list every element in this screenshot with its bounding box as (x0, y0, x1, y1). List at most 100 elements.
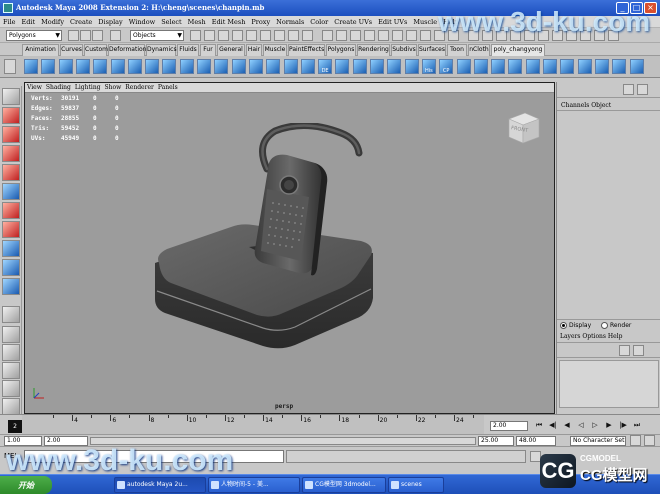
shelf-tab-deformation[interactable]: Deformation (108, 44, 146, 56)
menu-edit-mesh[interactable]: Edit Mesh (209, 16, 249, 26)
shelf-tool-icon[interactable] (75, 59, 90, 74)
menu-window[interactable]: Window (126, 16, 158, 26)
menu-create[interactable]: Create (67, 16, 95, 26)
layout-icon[interactable] (2, 326, 20, 343)
start-button[interactable]: 开始 (0, 476, 52, 494)
status-tool-icon[interactable] (336, 30, 347, 41)
shelf-tab-curves[interactable]: Curves (60, 44, 83, 56)
step-back-icon[interactable]: ◀ (562, 421, 572, 431)
time-ruler[interactable]: 4 6 8 10 12 14 16 18 20 22 24 (22, 415, 484, 435)
shelf-tab-general[interactable]: General (217, 44, 245, 56)
shelf-tool-icon[interactable] (335, 59, 350, 74)
shelf-tool-icon[interactable] (352, 59, 367, 74)
status-tool-icon[interactable] (288, 30, 299, 41)
shelf-tool-icon[interactable] (127, 59, 142, 74)
transform-tool-icon[interactable] (2, 221, 20, 238)
status-tool-icon[interactable] (392, 30, 403, 41)
transform-tool-icon[interactable] (2, 278, 20, 295)
status-tool-icon[interactable] (246, 30, 257, 41)
select-tool-icon[interactable] (2, 88, 20, 105)
perspective-viewport[interactable]: View Shading Lighting Show Renderer Panels Ve… (24, 82, 555, 414)
transform-tool-icon[interactable] (2, 202, 20, 219)
menu-color[interactable]: Color (307, 16, 331, 26)
select-hierarchy-icon[interactable] (110, 30, 121, 41)
shelf-tool-icon[interactable] (300, 59, 315, 74)
shelf-tool-icon[interactable] (508, 59, 523, 74)
shelf-tab-painteffects[interactable]: PaintEffects (288, 44, 325, 56)
panel-menu-renderer[interactable]: Renderer (123, 83, 156, 91)
shelf-his-icon[interactable]: His (421, 59, 436, 74)
transform-tool-icon[interactable] (2, 164, 20, 181)
menu-muscle[interactable]: Muscle (410, 16, 440, 26)
create-layer-icon[interactable] (619, 345, 630, 356)
shelf-tab-rendering[interactable]: Rendering (357, 44, 390, 56)
step-forward-key-icon[interactable]: |▶ (618, 421, 628, 431)
shelf-de-icon[interactable]: DE (318, 59, 333, 74)
shelf-tab-ncloth[interactable]: nCloth (468, 44, 490, 56)
headset-model[interactable] (145, 123, 405, 363)
view-cube[interactable]: FRONT (503, 107, 543, 147)
shelf-tool-icon[interactable] (473, 59, 488, 74)
transform-tool-icon[interactable] (2, 145, 20, 162)
save-scene-icon[interactable] (92, 30, 103, 41)
shelf-tab-poly-changyong[interactable]: poly_changyong (491, 44, 545, 56)
channel-box-toggle-icon[interactable] (623, 84, 634, 95)
layer-menus[interactable]: Layers Options Help (560, 333, 622, 340)
menu-edit-uvs[interactable]: Edit UVs (375, 16, 410, 26)
shelf-tool-icon[interactable] (612, 59, 627, 74)
preferences-icon[interactable] (644, 435, 655, 446)
go-to-end-icon[interactable]: ⏭ (632, 421, 642, 431)
shelf-tool-icon[interactable] (248, 59, 263, 74)
shelf-tab-muscle[interactable]: Muscle (263, 44, 287, 56)
shelf-tool-icon[interactable] (283, 59, 298, 74)
taskbar-item-browser[interactable]: CG模型网 3dmodel... (302, 477, 386, 493)
auto-key-icon[interactable] (630, 435, 641, 446)
current-time-field[interactable]: 2.00 (490, 421, 528, 431)
current-frame-marker[interactable]: 2 (8, 420, 22, 433)
panel-menu-view[interactable]: View (25, 83, 44, 91)
selection-mode-dropdown[interactable]: Objects ▼ (130, 30, 184, 41)
status-tool-icon[interactable] (232, 30, 243, 41)
panel-menu-shading[interactable]: Shading (44, 83, 73, 91)
menu-create-uvs[interactable]: Create UVs (331, 16, 375, 26)
layer-from-selection-icon[interactable] (633, 345, 644, 356)
shelf-tool-icon[interactable] (197, 59, 211, 74)
shelf-tool-icon[interactable] (577, 59, 592, 74)
transform-tool-icon[interactable] (2, 240, 20, 257)
transform-tool-icon[interactable] (2, 183, 20, 200)
layout-icon[interactable] (2, 398, 20, 415)
menu-proxy[interactable]: Proxy (248, 16, 273, 26)
transform-tool-icon[interactable] (2, 126, 20, 143)
layout-icon[interactable] (2, 380, 20, 397)
open-scene-icon[interactable] (80, 30, 91, 41)
shelf-tool-icon[interactable] (387, 59, 402, 74)
shelf-tool-icon[interactable] (179, 59, 194, 74)
shelf-menu-icon[interactable] (4, 59, 16, 74)
shelf-cp-icon[interactable]: CP (439, 59, 454, 74)
step-forward-icon[interactable]: ▶ (604, 421, 614, 431)
shelf-tab-hair[interactable]: Hair (246, 44, 262, 56)
menu-select[interactable]: Select (158, 16, 184, 26)
layer-list[interactable] (559, 360, 659, 408)
end-time-field[interactable]: 48.00 (516, 436, 556, 446)
status-tool-icon[interactable] (204, 30, 215, 41)
taskbar-item-folder[interactable]: scenes (388, 477, 444, 493)
shelf-tool-icon[interactable] (214, 59, 229, 74)
menuset-dropdown[interactable]: Polygons ▼ (6, 30, 62, 41)
new-scene-icon[interactable] (68, 30, 79, 41)
shelf-tool-icon[interactable] (145, 59, 160, 74)
shelf-tool-icon[interactable] (231, 59, 246, 74)
status-tool-icon[interactable] (190, 30, 201, 41)
shelf-tool-icon[interactable] (58, 59, 73, 74)
status-tool-icon[interactable] (218, 30, 229, 41)
taskbar-item-image[interactable]: 人物时间-5 - 美... (208, 477, 300, 493)
menu-mesh[interactable]: Mesh (185, 16, 209, 26)
status-tool-icon[interactable] (420, 30, 431, 41)
shelf-tool-icon[interactable] (543, 59, 557, 74)
playback-end-field[interactable]: 25.00 (478, 436, 514, 446)
status-tool-icon[interactable] (322, 30, 333, 41)
taskbar-item-maya[interactable]: autodesk Maya 2u... (114, 477, 206, 493)
shelf-tool-icon[interactable] (110, 59, 125, 74)
transform-tool-icon[interactable] (2, 107, 20, 124)
play-backwards-icon[interactable]: ◁ (576, 421, 586, 431)
